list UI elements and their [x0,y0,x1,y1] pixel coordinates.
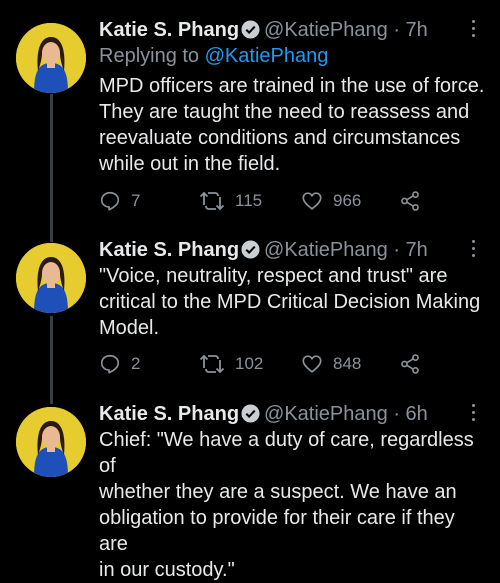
timestamp[interactable]: · 6h [393,403,427,425]
reply-icon [99,353,121,375]
reply-button[interactable]: 7 [99,186,140,216]
share-icon [399,190,421,212]
handle[interactable]: @KatiePhang [264,403,388,425]
display-name[interactable]: Katie S. Phang [99,19,239,41]
reply-icon [99,190,121,212]
like-button[interactable]: 966 [301,186,361,216]
retweet-icon [199,353,225,375]
like-icon [301,190,323,212]
reply-button[interactable]: 2 [99,349,140,379]
tweet-header: Katie S. Phang @KatiePhang · 7h [99,238,428,265]
like-button[interactable]: 848 [301,349,361,379]
handle[interactable]: @KatiePhang [264,19,388,41]
timestamp[interactable]: · 7h [393,19,427,41]
retweet-count: 115 [235,191,263,210]
like-icon [301,353,323,375]
like-count: 966 [333,191,362,210]
tweet-text: "Voice, neutrality, respect and trust" a… [99,265,481,339]
retweet-button[interactable]: 102 [199,349,263,379]
more-icon[interactable] [472,20,476,41]
more-icon[interactable] [472,404,476,425]
tweet[interactable]: Katie S. Phang @KatiePhang · 7h Replying … [0,18,500,218]
replying-to-label: Replying to [99,45,205,67]
verified-badge-icon [241,404,260,429]
tweet[interactable]: Katie S. Phang @KatiePhang · 7h "Voice, n… [0,238,500,388]
share-button[interactable] [399,349,421,379]
display-name[interactable]: Katie S. Phang [99,239,239,261]
more-icon[interactable] [472,240,476,261]
tweet-actions: 7 115 966 [99,186,439,216]
replying-to: Replying to @KatiePhang [99,43,328,69]
reply-count: 7 [131,191,141,210]
tweet[interactable]: Katie S. Phang @KatiePhang · 6h Chief: "W… [0,402,500,581]
tweet-header: Katie S. Phang @KatiePhang · 6h [99,402,428,429]
share-icon [399,353,421,375]
share-button[interactable] [399,186,421,216]
avatar[interactable] [16,243,86,313]
tweet-text: MPD officers are trained in the use of f… [99,75,485,175]
tweet-header: Katie S. Phang @KatiePhang · 7h [99,18,428,45]
display-name[interactable]: Katie S. Phang [99,403,239,425]
verified-badge-icon [241,240,260,265]
avatar[interactable] [16,407,86,477]
replying-to-link[interactable]: @KatiePhang [205,45,329,67]
retweet-icon [199,190,225,212]
avatar[interactable] [16,23,86,93]
handle[interactable]: @KatiePhang [264,239,388,261]
tweet-actions: 2 102 848 [99,349,439,379]
verified-badge-icon [241,20,260,45]
retweet-button[interactable]: 115 [199,186,262,216]
like-count: 848 [333,354,362,373]
retweet-count: 102 [235,354,264,373]
reply-count: 2 [131,354,141,373]
tweet-text: Chief: "We have a duty of care, regardle… [99,429,474,581]
timestamp[interactable]: · 7h [393,239,427,261]
